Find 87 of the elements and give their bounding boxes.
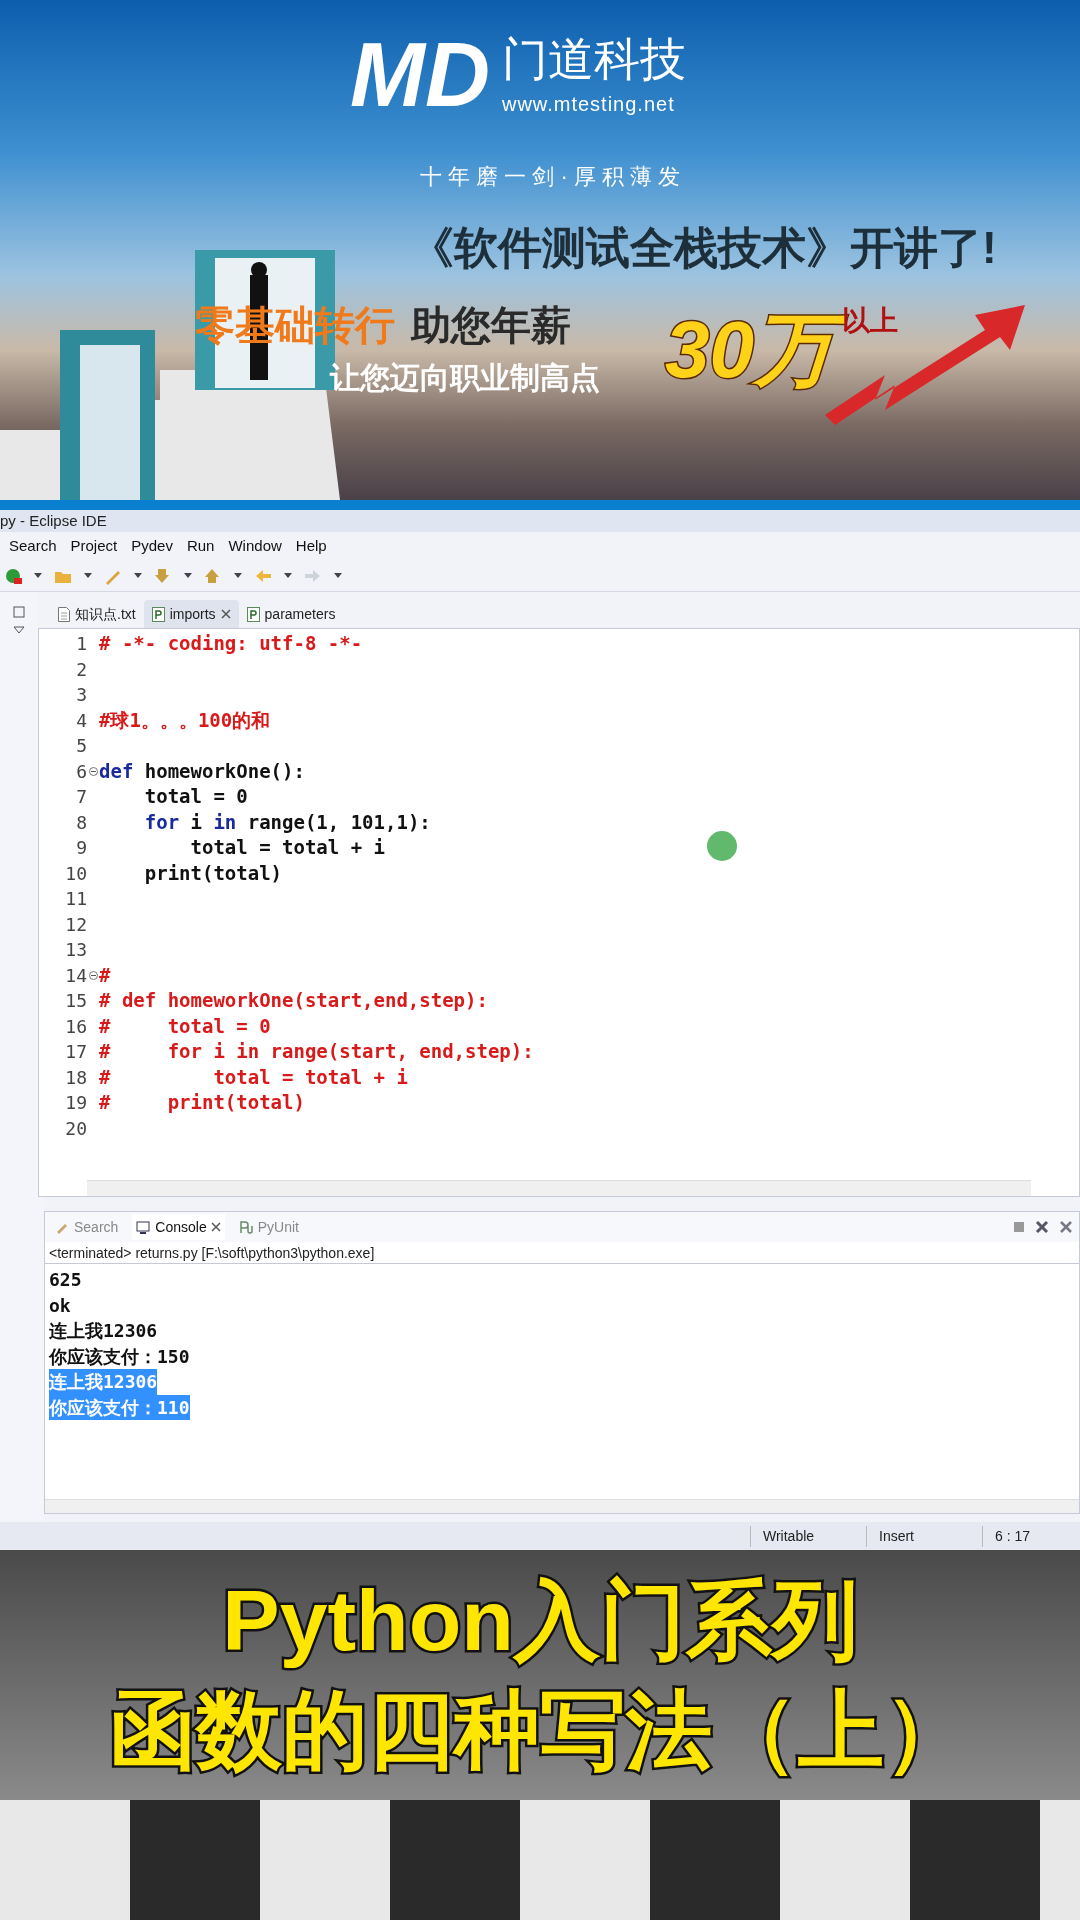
line-number: 10 <box>64 861 87 886</box>
line-number: 2 <box>75 657 87 682</box>
dropdown-caret-icon <box>134 573 142 578</box>
status-field: 6 : 17 <box>982 1525 1052 1547</box>
console-output-line: 625 <box>49 1268 82 1292</box>
line-number: 4 <box>75 708 87 733</box>
dropdown-caret-icon <box>34 573 42 578</box>
brand-name: 门道科技 <box>501 32 686 88</box>
dropdown-caret-icon <box>284 573 292 578</box>
maximize-icon <box>13 606 25 618</box>
horizontal-scrollbar[interactable] <box>87 1180 1031 1196</box>
code-line: #球1。。。100的和 <box>99 707 271 733</box>
dropdown-caret-icon <box>334 573 342 578</box>
run-icon <box>4 566 22 585</box>
line-number: 12 <box>64 912 87 937</box>
line-number: 14 <box>64 963 87 988</box>
fold-toggle-icon <box>88 970 98 980</box>
fold-toggle-icon <box>88 766 98 776</box>
code-editor[interactable] <box>38 628 1080 1197</box>
console-output-line: ok <box>49 1293 71 1318</box>
line-number: 19 <box>64 1091 87 1115</box>
remove-all-icon <box>1059 1220 1073 1234</box>
code-line: # def homeworkOne(start,end,step): <box>99 988 488 1013</box>
code-line: # total = 0 <box>99 1013 271 1039</box>
editor-tab[interactable]: parameters <box>238 600 344 628</box>
line-number: 11 <box>64 887 87 911</box>
console-tab[interactable]: Console <box>132 1214 225 1240</box>
line-number: 9 <box>75 836 87 860</box>
menu-item[interactable]: Search <box>9 534 57 558</box>
code-line: for i in range(1, 101,1): <box>143 809 431 835</box>
code-line: # for i in range(start, end,step): <box>99 1039 534 1064</box>
menu-item[interactable]: Window <box>228 534 282 558</box>
line-number: 1 <box>75 632 87 656</box>
console-header: <terminated> returns.py [F:\soft\python3\python.exe] <box>45 1242 1079 1264</box>
dropdown-caret-icon <box>184 573 192 578</box>
menu-item[interactable]: Project <box>70 534 118 558</box>
line-number: 5 <box>75 734 87 758</box>
pyunit-view-icon <box>238 1219 254 1235</box>
next-annotation-icon <box>154 566 172 585</box>
close-icon <box>220 609 231 619</box>
status-field: Writable <box>750 1525 866 1547</box>
line-number: 15 <box>64 989 87 1013</box>
video-caption: 函数的四种写法（上） <box>110 1681 970 1780</box>
line-number: 20 <box>64 1116 87 1141</box>
close-icon <box>210 1222 221 1232</box>
line-number: 16 <box>64 1014 87 1039</box>
code-line: # total = total + i <box>99 1064 408 1090</box>
logo: MD <box>350 30 490 120</box>
line-number: 3 <box>75 683 87 707</box>
horizontal-scrollbar[interactable] <box>45 1499 1079 1513</box>
website-url: www.mtesting.net <box>501 91 676 117</box>
code-line: # print(total) <box>99 1090 305 1115</box>
dropdown-caret-icon <box>84 573 92 578</box>
menu-item[interactable]: Help <box>295 534 327 558</box>
line-number: 8 <box>75 810 87 835</box>
motto-text: 十 年 磨 一 剑 · 厚 积 薄 发 <box>420 163 681 191</box>
code-line: # <box>99 962 111 988</box>
slogan-text: 助您年薪 <box>411 302 571 349</box>
python-file-icon <box>246 606 260 622</box>
code-line: total = 0 <box>143 784 248 809</box>
status-field: Insert <box>866 1525 982 1547</box>
console-view-icon <box>136 1219 152 1235</box>
code-line: print(total) <box>143 860 283 886</box>
line-number: 13 <box>64 938 87 962</box>
headline-text: 《软件测试全栈技术》开讲了! <box>410 222 997 274</box>
menu-item[interactable]: Run <box>186 534 215 558</box>
code-line: def homeworkOne(): <box>99 758 305 784</box>
dropdown-caret-icon <box>234 573 242 578</box>
line-number: 17 <box>64 1040 87 1064</box>
editor-tab[interactable]: 知识点.txt <box>50 600 144 628</box>
menu-item[interactable]: Pydev <box>131 534 173 558</box>
video-caption: Python入门系列 <box>222 1571 858 1670</box>
code-line: # -*- coding: utf-8 -*- <box>99 631 363 656</box>
line-number: 6 <box>75 759 87 784</box>
text-file-icon <box>58 606 70 622</box>
line-number: 18 <box>64 1065 87 1090</box>
editor-tab[interactable]: imports <box>143 600 239 628</box>
console-output-line: 你应该支付：150 <box>49 1344 190 1369</box>
console-output-line: 连上我12306 <box>49 1319 158 1343</box>
remove-launch-icon <box>1035 1220 1049 1234</box>
python-file-icon <box>151 606 165 622</box>
view-menu-caret-icon <box>13 626 25 634</box>
cursor-marker <box>707 831 737 861</box>
line-number: 7 <box>75 785 87 809</box>
window-title: py - Eclipse IDE <box>0 510 1080 532</box>
code-line: total = total + i <box>189 835 385 860</box>
stop-icon <box>1013 1221 1025 1233</box>
